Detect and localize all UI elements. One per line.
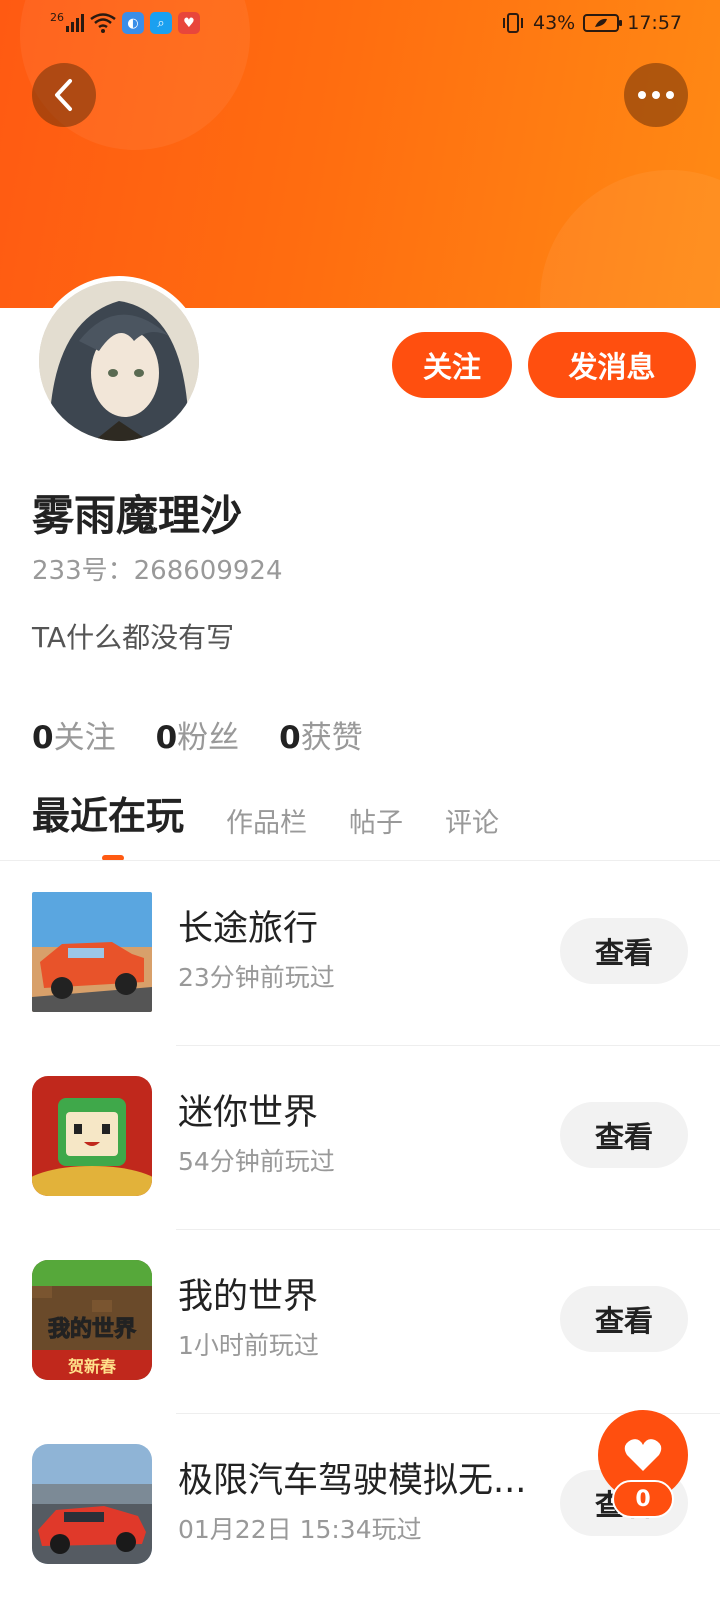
game-list-item[interactable]: 长途旅行 23分钟前玩过 查看 [0,862,720,1046]
signal-icon [66,14,84,32]
stat-label: 关注 [53,720,116,756]
like-count-badge: 0 [612,1480,674,1518]
avatar[interactable] [34,276,204,446]
game-name: 我的世界 [178,1277,319,1317]
game-name: 长途旅行 [178,909,319,949]
game-thumbnail: 我的世界 贺新春 [32,1260,152,1380]
stat-following[interactable]: 0关注 [32,712,116,757]
heart-app-icon: ♥ [178,12,200,34]
view-button[interactable]: 查看 [560,918,688,984]
more-dots-icon [638,91,674,99]
tab-recently-played[interactable]: 最近在玩 [32,785,184,840]
wifi-icon [90,13,116,33]
stat-label: 获赞 [300,720,363,756]
game-name: 极限汽车驾驶模拟无... [178,1461,527,1501]
game-thumbnail [32,1076,152,1196]
minecraft-logo-text: 我的世界 [48,1316,136,1342]
game-list-item[interactable]: 迷你世界 54分钟前玩过 查看 [0,1046,720,1230]
signal-label: 26 [50,10,64,24]
stats-row: 0关注 0粉丝 0获赞 [32,712,363,757]
stat-label: 粉丝 [177,720,240,756]
view-button[interactable]: 查看 [560,1102,688,1168]
stat-likes[interactable]: 0获赞 [279,712,363,757]
back-button[interactable] [32,63,96,127]
clock: 17:57 [627,12,682,34]
status-bar: 26 ◐ ⌕ ♥ 43% 17:57 [0,0,720,48]
profile-id: 233号：268609924 [32,556,283,586]
tab-comments[interactable]: 评论 [445,801,499,840]
search-app-icon: ⌕ [150,12,172,34]
battery-percent: 43% [533,12,576,34]
heart-icon [624,1439,662,1471]
stat-fans[interactable]: 0粉丝 [156,712,240,757]
stat-number: 0 [279,720,301,756]
tab-posts[interactable]: 帖子 [349,801,403,840]
minecraft-logo-subtext: 贺新春 [67,1357,117,1376]
stat-number: 0 [155,720,178,756]
tab-works[interactable]: 作品栏 [226,801,307,840]
game-thumbnail [32,892,152,1012]
vibrate-icon [503,13,523,33]
profile-name: 雾雨魔理沙 [32,491,243,540]
battery-icon [583,14,623,32]
view-button[interactable]: 查看 [560,1286,688,1352]
game-name: 迷你世界 [178,1093,319,1133]
game-last-played: 01月22日 15:34玩过 [178,1515,422,1544]
send-message-button[interactable]: 发消息 [528,332,696,398]
game-list-item[interactable]: 我的世界 贺新春 我的世界 1小时前玩过 查看 [0,1230,720,1414]
more-button[interactable] [624,63,688,127]
browser-icon: ◐ [122,12,144,34]
follow-button[interactable]: 关注 [392,332,512,398]
divider [0,860,720,861]
chevron-left-icon [55,79,72,111]
game-last-played: 1小时前玩过 [178,1331,319,1360]
game-thumbnail [32,1444,152,1564]
game-last-played: 23分钟前玩过 [178,963,335,992]
game-last-played: 54分钟前玩过 [178,1147,335,1176]
profile-tabs: 最近在玩 作品栏 帖子 评论 [32,790,541,840]
profile-bio: TA什么都没有写 [32,621,235,654]
stat-number: 0 [32,720,54,756]
